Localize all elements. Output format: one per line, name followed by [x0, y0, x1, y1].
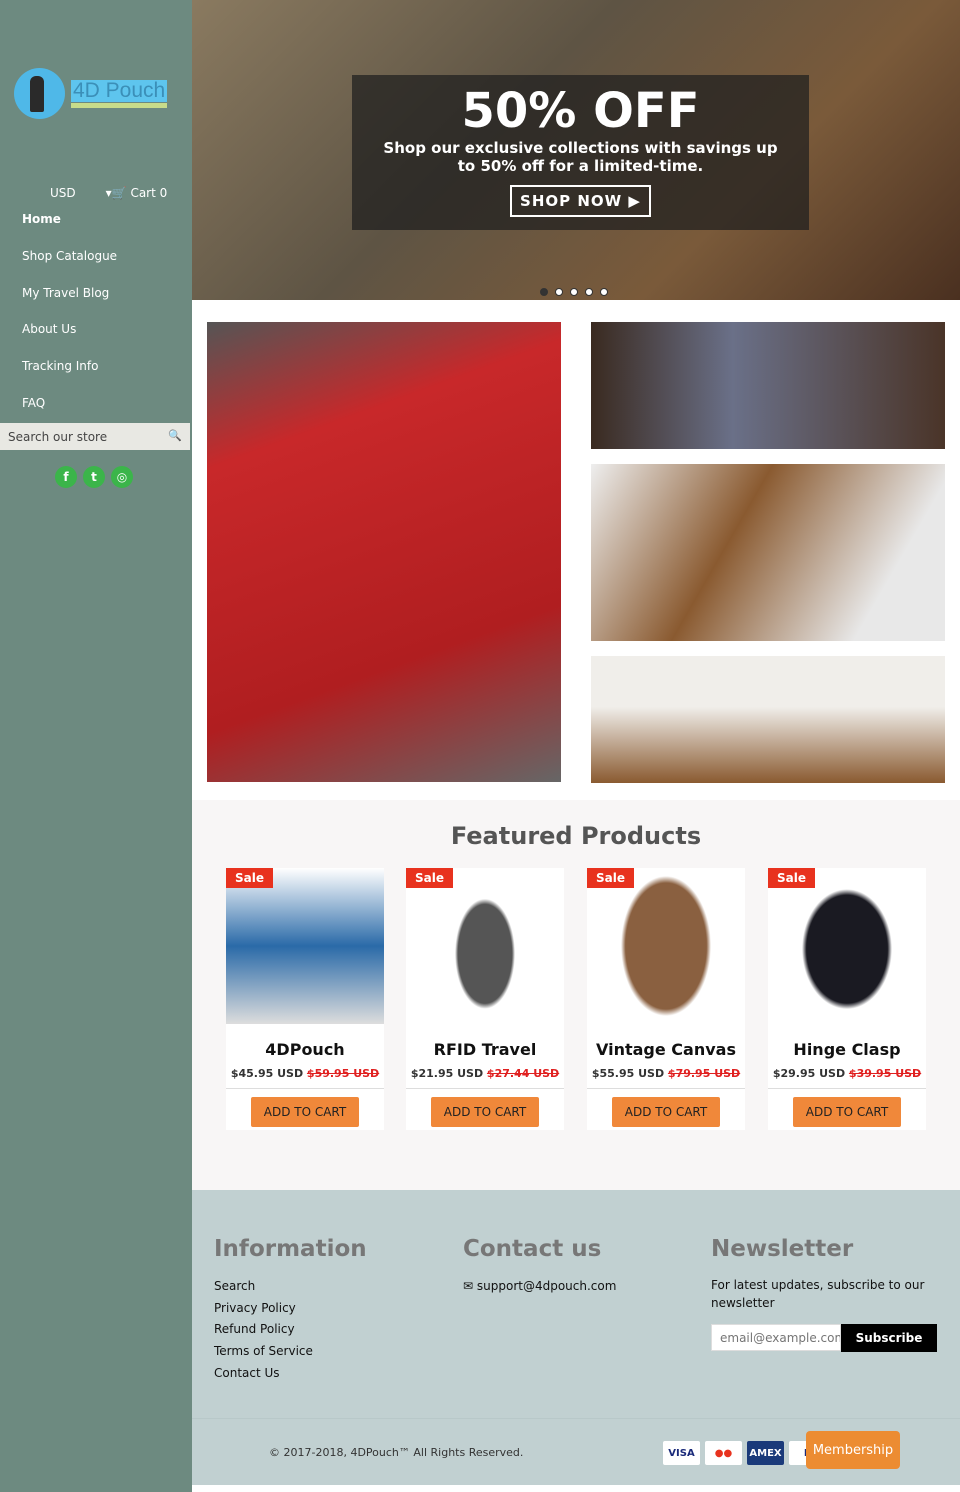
cart-label: Cart 0 [130, 186, 168, 200]
footer-link-terms[interactable]: Terms of Service [214, 1341, 367, 1363]
info-title: Information [214, 1236, 367, 1262]
logo[interactable]: 4D Pouch [14, 68, 168, 119]
add-to-cart-button[interactable]: ADD TO CART [431, 1097, 539, 1127]
product-old-price: $79.95 USD [667, 1067, 741, 1080]
currency-selector[interactable]: USD [50, 186, 76, 200]
product-old-price: $59.95 USD [306, 1067, 380, 1080]
footer: Information Search Privacy Policy Refund… [192, 1190, 960, 1485]
mastercard-icon: ●● [705, 1441, 742, 1465]
payment-icons: VISA ●● AMEX P [663, 1441, 826, 1465]
nav-about-us[interactable]: About Us [22, 320, 117, 357]
footer-link-refund[interactable]: Refund Policy [214, 1319, 367, 1341]
product-old-price: $39.95 USD [848, 1067, 922, 1080]
nav-travel-blog[interactable]: My Travel Blog [22, 284, 117, 321]
product-card[interactable]: Sale Vintage Canvas $55.95 USD $79.95 US… [587, 868, 745, 1130]
contact-email[interactable]: support@4dpouch.com [477, 1279, 617, 1293]
slide-dot[interactable] [555, 288, 563, 296]
shop-now-button[interactable]: SHOP NOW ▶ [510, 185, 651, 217]
collection-image-duffel[interactable] [591, 656, 945, 783]
main-nav: Home Shop Catalogue My Travel Blog About… [22, 210, 117, 431]
sale-badge: Sale [768, 868, 815, 888]
hero-slideshow: 50% OFF Shop our exclusive collections w… [192, 0, 960, 300]
sale-badge: Sale [226, 868, 273, 888]
add-to-cart-button[interactable]: ADD TO CART [793, 1097, 901, 1127]
nav-tracking-info[interactable]: Tracking Info [22, 357, 117, 394]
product-name[interactable]: 4DPouch [226, 1040, 384, 1059]
footer-link-search[interactable]: Search [214, 1276, 367, 1298]
contact-title: Contact us [463, 1236, 602, 1262]
search-icon[interactable]: 🔍 [168, 429, 182, 442]
cart-link[interactable]: ▾🛒 Cart 0 [106, 186, 168, 200]
product-card[interactable]: Sale 4DPouch $45.95 USD $59.95 USD ADD T… [226, 868, 384, 1130]
newsletter-title: Newsletter [711, 1236, 854, 1262]
product-old-price: $27.44 USD [486, 1067, 560, 1080]
collection-image-backpack[interactable] [207, 322, 561, 782]
product-card[interactable]: Sale RFID Travel $21.95 USD $27.44 USD A… [406, 868, 564, 1130]
product-card[interactable]: Sale Hinge Clasp $29.95 USD $39.95 USD A… [768, 868, 926, 1130]
slide-dots [540, 288, 608, 296]
logo-text: 4D Pouch [71, 78, 168, 102]
product-name[interactable]: RFID Travel [406, 1040, 564, 1059]
add-to-cart-button[interactable]: ADD TO CART [251, 1097, 359, 1127]
subscribe-button[interactable]: Subscribe [841, 1324, 937, 1352]
amex-icon: AMEX [747, 1441, 784, 1465]
sale-badge: Sale [406, 868, 453, 888]
copyright: © 2017-2018, 4DPouch™ All Rights Reserve… [269, 1446, 524, 1459]
product-image[interactable] [406, 868, 564, 1024]
product-image[interactable] [768, 868, 926, 1024]
add-to-cart-button[interactable]: ADD TO CART [612, 1097, 720, 1127]
footer-link-contact[interactable]: Contact Us [214, 1363, 367, 1385]
cart-icon: ▾🛒 [105, 186, 127, 200]
slide-dot[interactable] [600, 288, 608, 296]
newsletter-text: For latest updates, subscribe to our new… [711, 1278, 925, 1310]
facebook-icon[interactable]: f [55, 466, 77, 488]
search-placeholder: Search our store [8, 429, 108, 444]
membership-button[interactable]: Membership [806, 1431, 900, 1469]
collection-image-bag[interactable] [591, 464, 945, 641]
collection-image-suitcase[interactable] [591, 322, 945, 449]
sidebar: 4D Pouch USD ▾🛒 Cart 0 Home Shop Catalog… [0, 0, 192, 1492]
search-input[interactable]: Search our store 🔍 [0, 423, 190, 450]
instagram-icon[interactable]: ◎ [111, 466, 133, 488]
shop-now-label: SHOP NOW [520, 192, 623, 210]
twitter-icon[interactable]: t [83, 466, 105, 488]
footer-link-privacy[interactable]: Privacy Policy [214, 1298, 367, 1320]
nav-shop-catalogue[interactable]: Shop Catalogue [22, 247, 117, 284]
product-price: $29.95 USD [772, 1067, 846, 1080]
newsletter-email-input[interactable] [711, 1324, 841, 1351]
logo-tagline [71, 102, 168, 108]
hiker-logo-icon [14, 68, 65, 119]
product-price: $55.95 USD [591, 1067, 665, 1080]
visa-icon: VISA [663, 1441, 700, 1465]
product-price: $45.95 USD [230, 1067, 304, 1080]
hero-overlay: 50% OFF Shop our exclusive collections w… [352, 75, 809, 230]
product-name[interactable]: Hinge Clasp [768, 1040, 926, 1059]
sale-badge: Sale [587, 868, 634, 888]
product-image[interactable] [587, 868, 745, 1024]
hero-title: 50% OFF [461, 83, 700, 139]
slide-dot[interactable] [540, 288, 548, 296]
nav-home[interactable]: Home [22, 210, 117, 247]
featured-products: Featured Products Sale 4DPouch $45.95 US… [192, 800, 960, 1190]
product-name[interactable]: Vintage Canvas [587, 1040, 745, 1059]
product-image[interactable] [226, 868, 384, 1024]
slide-dot[interactable] [570, 288, 578, 296]
slide-dot[interactable] [585, 288, 593, 296]
hero-subtitle: Shop our exclusive collections with savi… [383, 139, 778, 175]
product-price: $21.95 USD [410, 1067, 484, 1080]
envelope-icon: ✉ [463, 1279, 474, 1293]
featured-title: Featured Products [450, 822, 702, 850]
